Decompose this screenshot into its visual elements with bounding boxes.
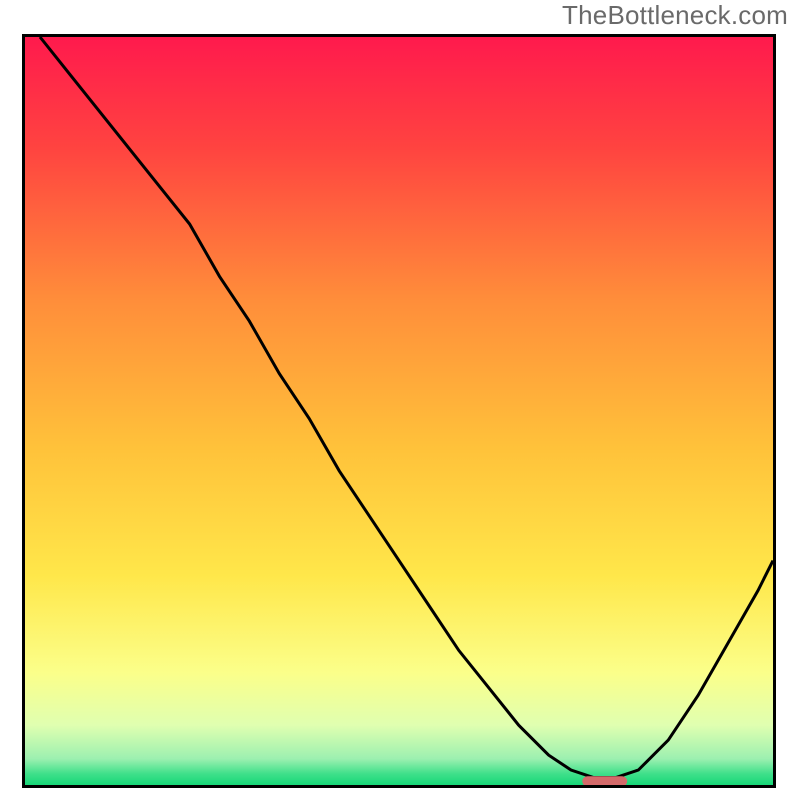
gradient-background: [25, 37, 773, 785]
watermark-text: TheBottleneck.com: [562, 0, 788, 31]
optimal-marker: [582, 776, 627, 785]
plot-svg: [25, 37, 773, 785]
plot-frame: [22, 34, 776, 788]
chart-container: TheBottleneck.com: [0, 0, 800, 800]
